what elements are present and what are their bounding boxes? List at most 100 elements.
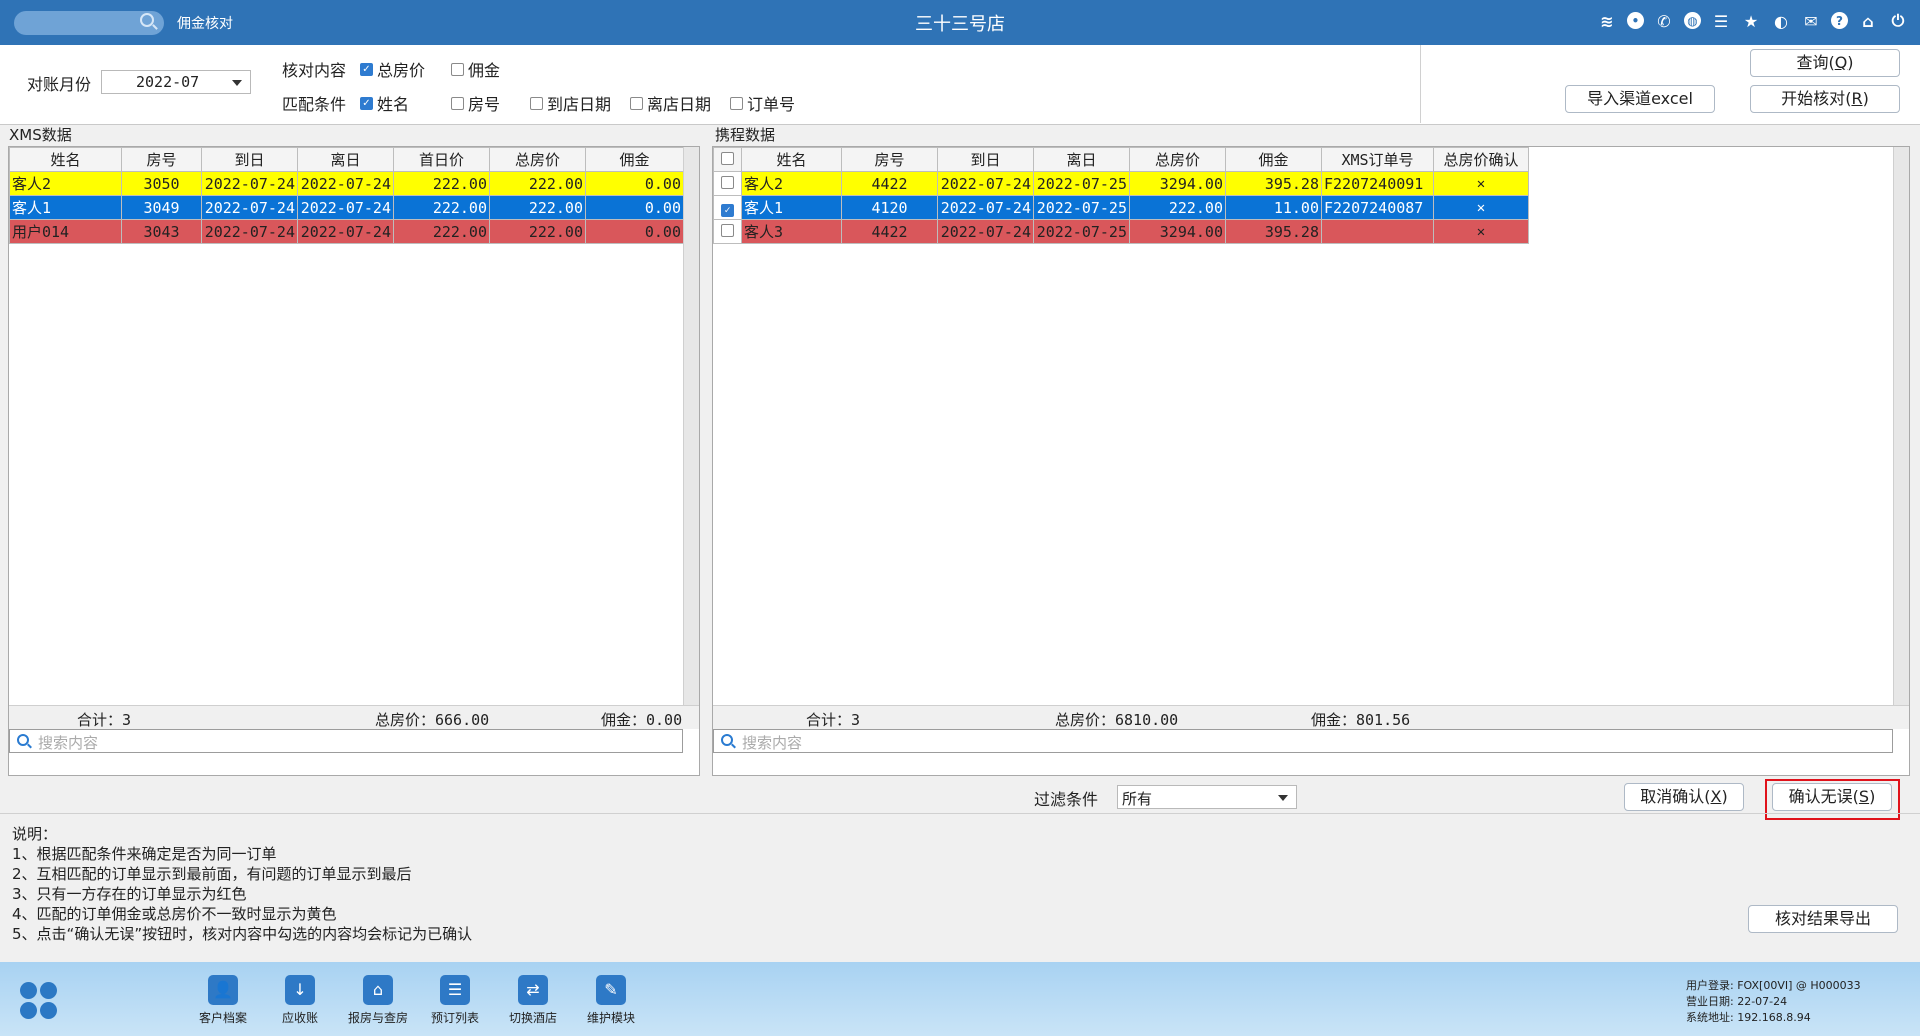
- xms-commission: 佣金：0.00: [601, 711, 683, 729]
- home-icon[interactable]: ⌂: [1858, 11, 1878, 31]
- select-all-checkbox[interactable]: [713, 147, 742, 172]
- column-header[interactable]: 总房价确认: [1433, 147, 1529, 172]
- customer-file-icon: 👤: [208, 975, 238, 1005]
- query-button[interactable]: 查询(Q): [1750, 49, 1900, 77]
- taskbar-item-label: 报房与查房: [347, 1011, 408, 1025]
- table-cell: 222.00: [393, 195, 490, 220]
- phone-icon[interactable]: ✆: [1654, 11, 1674, 31]
- match-departure-checkbox[interactable]: 离店日期: [630, 91, 711, 115]
- table-cell: 0.00: [585, 171, 684, 196]
- check-commission-checkbox[interactable]: 佣金: [451, 57, 500, 81]
- taskbar-item-label: 维护模块: [586, 1011, 635, 1025]
- table-row[interactable]: ✓ 客人1 4120 2022-07-24 2022-07-25 222.00 11.00 F…: [713, 195, 1529, 220]
- palette-icon[interactable]: ◍: [1684, 12, 1701, 29]
- xms-total-price: 总房价：666.00: [375, 711, 490, 729]
- checkbox-label: 佣金: [468, 61, 501, 80]
- power-icon[interactable]: ⏻: [1888, 11, 1908, 31]
- row-checkbox[interactable]: [713, 219, 742, 244]
- taskbar-item-label: 应收账: [281, 1011, 318, 1025]
- checkbox-icon: [530, 96, 543, 110]
- query-controls: 对账月份 2022-07 核对内容 ✓ 总房价 佣金 匹配条件 ✓ 姓名 房号 到店…: [0, 45, 1920, 125]
- table-cell: 222.00: [393, 171, 490, 196]
- app-logo-icon[interactable]: [20, 982, 58, 1020]
- button-label: 确认无误: [1788, 787, 1853, 806]
- taskbar-item[interactable]: ↓ 应收账: [265, 975, 335, 1026]
- table-row[interactable]: 用户014 3043 2022-07-24 2022-07-24 222.00 222.0…: [9, 219, 684, 244]
- star-icon[interactable]: ★: [1741, 11, 1761, 31]
- ctrip-scrollbar[interactable]: [1893, 147, 1909, 705]
- chevron-down-icon: [232, 80, 242, 86]
- import-excel-button[interactable]: 导入渠道excel: [1565, 85, 1715, 113]
- column-header[interactable]: 离日: [1033, 147, 1130, 172]
- table-cell: 2022-07-25: [1033, 219, 1130, 244]
- start-check-button[interactable]: 开始核对(R): [1750, 85, 1900, 113]
- table-cell: 222.00: [489, 171, 586, 196]
- menu-icon[interactable]: ☰: [1711, 11, 1731, 31]
- confirm-correct-button[interactable]: 确认无误(S): [1772, 783, 1892, 811]
- column-header[interactable]: 佣金: [1225, 147, 1322, 172]
- export-result-button[interactable]: 核对结果导出: [1748, 905, 1898, 933]
- column-header[interactable]: 到日: [201, 147, 298, 172]
- table-cell: 0.00: [585, 195, 684, 220]
- filter-select[interactable]: 所有: [1117, 785, 1297, 809]
- row-checkbox[interactable]: ✓: [713, 195, 742, 220]
- column-header[interactable]: 离日: [297, 147, 394, 172]
- button-label: 导入渠道excel: [1587, 89, 1693, 108]
- column-header[interactable]: 总房价: [489, 147, 586, 172]
- ctrip-summary: 合计：3 总房价：6810.00 佣金：801.56: [713, 705, 1909, 729]
- table-row[interactable]: 客人1 3049 2022-07-24 2022-07-24 222.00 222.00 0…: [9, 195, 684, 220]
- check-total-price-checkbox[interactable]: ✓ 总房价: [360, 57, 425, 81]
- checkbox-checked-icon: ✓: [721, 203, 734, 217]
- match-room-checkbox[interactable]: 房号: [451, 91, 500, 115]
- business-date-value: 22-07-24: [1737, 995, 1788, 1008]
- shortcut-key: Q: [1834, 53, 1848, 72]
- chat-icon[interactable]: •: [1627, 12, 1644, 29]
- column-header[interactable]: 姓名: [741, 147, 842, 172]
- table-cell: 客人3: [741, 219, 842, 244]
- taskbar-item[interactable]: ⇄ 切换酒店: [498, 975, 568, 1026]
- checkbox-icon: [721, 151, 734, 165]
- table-row[interactable]: 客人2 3050 2022-07-24 2022-07-24 222.00 222.00 0…: [9, 171, 684, 196]
- xms-scrollbar[interactable]: [683, 147, 699, 705]
- column-header[interactable]: 总房价: [1129, 147, 1226, 172]
- taskbar-item[interactable]: ☰ 预订列表: [420, 975, 490, 1026]
- checkbox-icon: [721, 175, 734, 189]
- column-header[interactable]: XMS订单号: [1321, 147, 1434, 172]
- theme-icon[interactable]: ◐: [1771, 11, 1791, 31]
- column-header[interactable]: 房号: [121, 147, 202, 172]
- match-arrival-checkbox[interactable]: 到店日期: [530, 91, 611, 115]
- column-header[interactable]: 佣金: [585, 147, 684, 172]
- column-header[interactable]: 首日价: [393, 147, 490, 172]
- xms-panel-title: XMS数据: [9, 126, 72, 144]
- table-cell: 2022-07-24: [297, 219, 394, 244]
- cancel-confirm-button[interactable]: 取消确认(X): [1624, 783, 1744, 811]
- instruction-line: 2、互相匹配的订单显示到最前面，有问题的订单显示到最后: [12, 865, 412, 883]
- ctrip-search-input[interactable]: 搜索内容: [713, 729, 1893, 753]
- column-header[interactable]: 姓名: [9, 147, 122, 172]
- mail-icon[interactable]: ✉: [1801, 11, 1821, 31]
- taskbar-item[interactable]: 👤 客户档案: [188, 975, 258, 1026]
- ctrip-panel-title: 携程数据: [715, 126, 776, 144]
- table-cell: 2022-07-24: [937, 171, 1034, 196]
- table-row[interactable]: 客人3 4422 2022-07-24 2022-07-25 3294.00 395.28…: [713, 219, 1529, 244]
- table-row[interactable]: 客人2 4422 2022-07-24 2022-07-25 3294.00 395.28…: [713, 171, 1529, 196]
- help-icon[interactable]: ?: [1831, 12, 1848, 29]
- table-cell: 4422: [841, 219, 938, 244]
- match-name-checkbox[interactable]: ✓ 姓名: [360, 91, 409, 115]
- taskbar-item[interactable]: ⌂ 报房与查房: [343, 975, 413, 1026]
- table-cell: 客人2: [741, 171, 842, 196]
- user-login-label: 用户登录:: [1686, 979, 1734, 992]
- month-value: 2022-07: [136, 73, 200, 91]
- checkbox-icon: [451, 62, 464, 76]
- column-header[interactable]: 到日: [937, 147, 1034, 172]
- month-select[interactable]: 2022-07: [101, 70, 251, 94]
- row-checkbox[interactable]: [713, 171, 742, 196]
- taskbar-item[interactable]: ✎ 维护模块: [576, 975, 646, 1026]
- instructions: 说明： 1、根据匹配条件来确定是否为同一订单 2、互相匹配的订单显示到最前面，有问题…: [12, 824, 472, 944]
- xms-search-input[interactable]: 搜索内容: [9, 729, 683, 753]
- column-header[interactable]: 房号: [841, 147, 938, 172]
- shortcut-key: S: [1858, 787, 1870, 806]
- checkbox-checked-icon: ✓: [360, 96, 373, 110]
- match-order-checkbox[interactable]: 订单号: [730, 91, 795, 115]
- wifi-icon[interactable]: ≋: [1597, 11, 1617, 31]
